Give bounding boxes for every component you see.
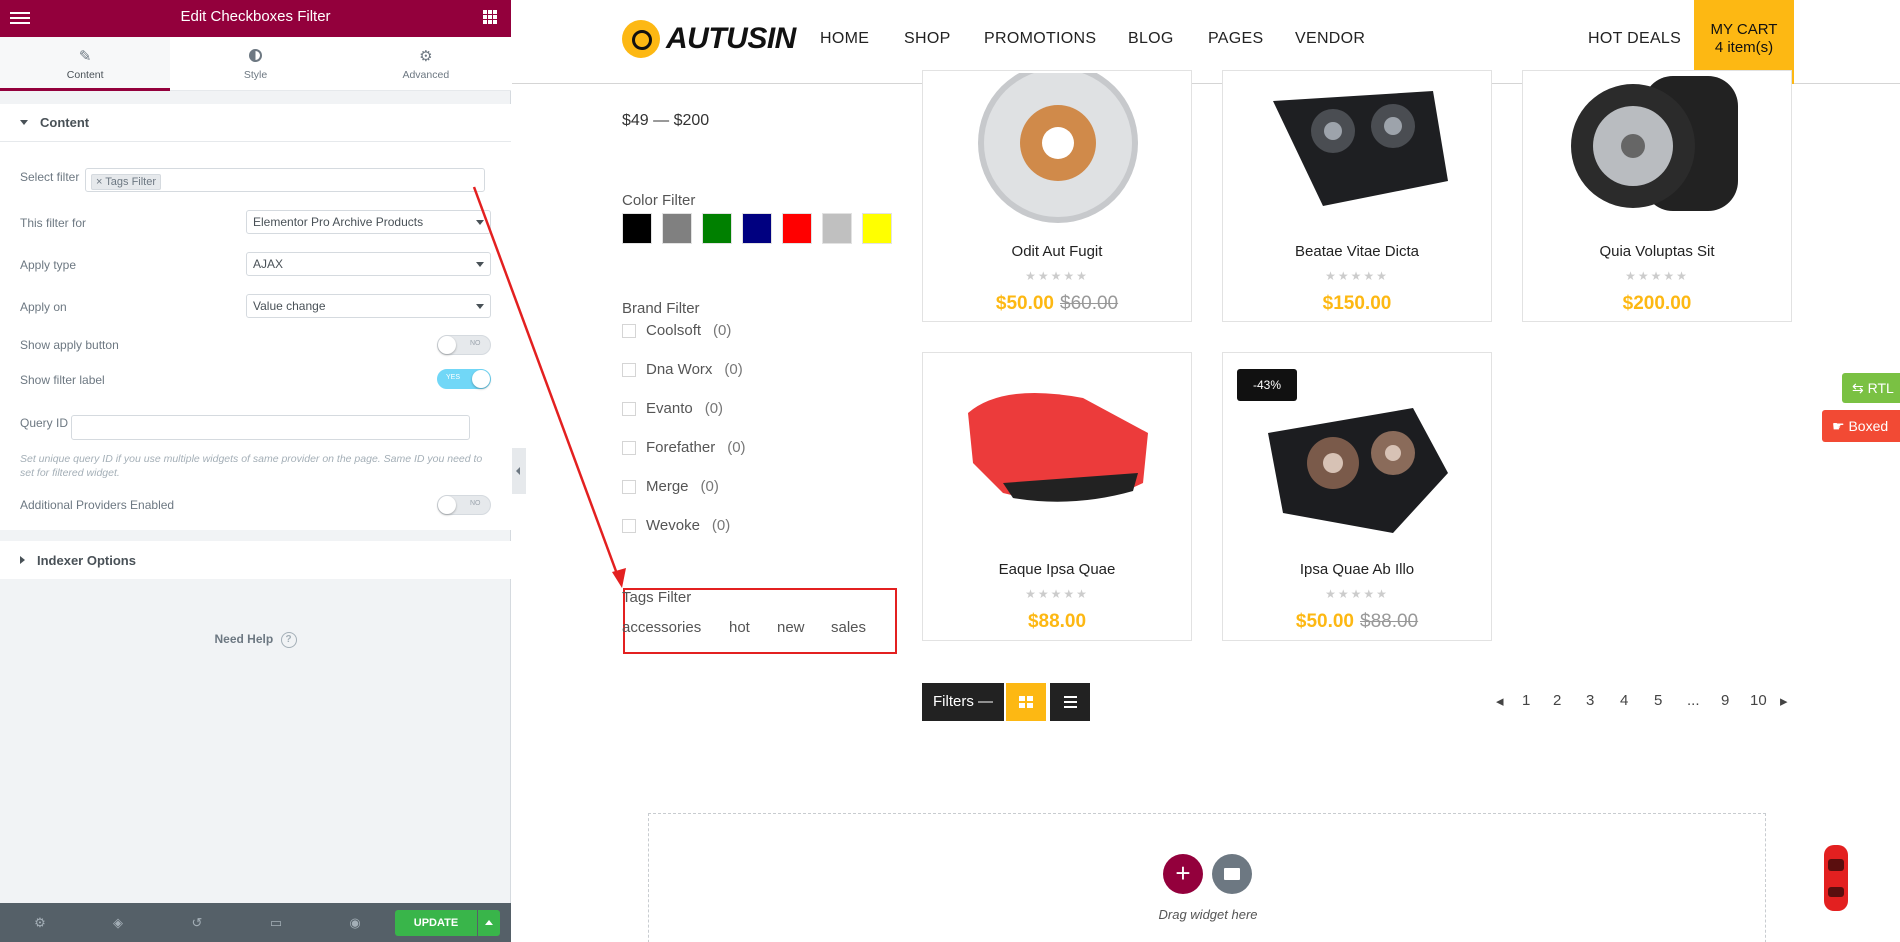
list-icon xyxy=(1064,696,1077,708)
price-current: $50.00 xyxy=(1295,611,1354,632)
brake-disc-image xyxy=(978,73,1138,223)
price-old: $88.00 xyxy=(1360,611,1419,632)
rating-stars: ★★★★★ xyxy=(1025,587,1089,601)
template-library-folder-icon[interactable] xyxy=(1212,854,1252,894)
grid-view-button[interactable] xyxy=(1006,683,1046,721)
price-old: $60.00 xyxy=(1060,293,1119,314)
link-icon: ⇆ xyxy=(1852,380,1868,396)
product-price: $200.00 xyxy=(1523,293,1791,315)
product-card[interactable]: Quia Voluptas Sit ★★★★★ $200.00 xyxy=(1522,70,1792,322)
filters-toggle-button[interactable]: Filters — xyxy=(922,683,1004,721)
product-price: $50.00 $60.00 xyxy=(923,293,1191,315)
product-card[interactable]: Odit Aut Fugit ★★★★★ $50.00 $60.00 xyxy=(922,70,1192,322)
product-price: $88.00 xyxy=(923,611,1191,633)
rating-stars: ★★★★★ xyxy=(1625,269,1689,283)
page-link[interactable]: ... xyxy=(1687,692,1700,709)
add-section-button[interactable]: + xyxy=(1163,854,1203,894)
boxed-label: Boxed xyxy=(1848,418,1889,434)
car-icon[interactable] xyxy=(1820,843,1852,913)
headlight-image xyxy=(1273,91,1448,206)
list-view-button[interactable] xyxy=(1050,683,1090,721)
rating-stars: ★★★★★ xyxy=(1025,269,1089,283)
rating-stars: ★★★★★ xyxy=(1325,587,1389,601)
rtl-toggle-button[interactable]: ⇆ RTL xyxy=(1842,373,1900,403)
rating-stars: ★★★★★ xyxy=(1325,269,1389,283)
page-link[interactable]: 10 xyxy=(1750,692,1767,709)
product-card[interactable]: Eaque Ipsa Quae ★★★★★ $88.00 xyxy=(922,352,1192,641)
grid-icon xyxy=(1019,696,1033,708)
price-current: $150.00 xyxy=(1322,293,1392,314)
headlight-image xyxy=(1268,408,1448,533)
widget-dropzone[interactable] xyxy=(648,813,1766,942)
page-link[interactable]: 1 xyxy=(1522,692,1530,709)
pagination-next-icon[interactable]: ▸ xyxy=(1780,692,1788,710)
product-name: Odit Aut Fugit xyxy=(1011,243,1103,260)
product-name: Beatae Vitae Dicta xyxy=(1295,243,1419,260)
product-price: $50.00 $88.00 xyxy=(1223,611,1491,633)
price-current: $200.00 xyxy=(1622,293,1692,314)
tire-wheel-image xyxy=(1571,76,1738,211)
page-link[interactable]: 2 xyxy=(1553,692,1561,709)
bumper-image xyxy=(968,393,1148,502)
boxed-toggle-button[interactable]: ☛ Boxed xyxy=(1822,410,1900,442)
price-current: $50.00 xyxy=(995,293,1054,314)
hand-pointer-icon: ☛ xyxy=(1832,418,1849,434)
product-name: Quia Voluptas Sit xyxy=(1599,243,1715,260)
page-link[interactable]: 3 xyxy=(1586,692,1594,709)
page-link[interactable]: 4 xyxy=(1620,692,1628,709)
product-price: $150.00 xyxy=(1223,293,1491,315)
drag-widget-text: Drag widget here xyxy=(1158,907,1258,922)
page-link[interactable]: 9 xyxy=(1721,692,1729,709)
page-link[interactable]: 5 xyxy=(1654,692,1662,709)
product-name: Eaque Ipsa Quae xyxy=(998,561,1116,578)
pagination-prev-icon[interactable]: ◂ xyxy=(1496,692,1504,710)
product-card[interactable]: Beatae Vitae Dicta ★★★★★ $150.00 xyxy=(1222,70,1492,322)
rtl-label: RTL xyxy=(1867,380,1894,396)
price-current: $88.00 xyxy=(1027,611,1087,632)
product-card[interactable]: -43% Ipsa Quae Ab Illo ★★★★★ $50.00 $88.0… xyxy=(1222,352,1492,641)
product-name: Ipsa Quae Ab Illo xyxy=(1299,561,1415,578)
